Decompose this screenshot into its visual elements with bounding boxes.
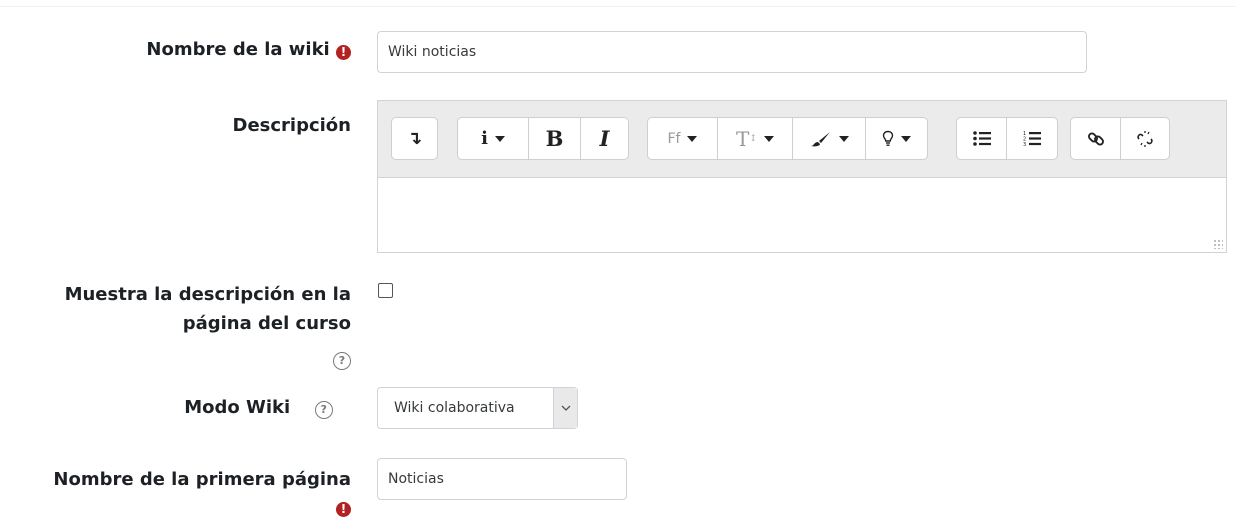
wiki-mode-label: Modo Wiki ? [184, 393, 351, 423]
show-description-checkbox[interactable] [378, 283, 393, 298]
bold-button[interactable]: B [529, 118, 581, 159]
unlink-button[interactable] [1121, 118, 1169, 159]
info-icon: i [481, 128, 488, 149]
font-color-button[interactable] [793, 118, 866, 159]
toolbar-group-collapse: ↴ [391, 117, 438, 160]
wiki-mode-select[interactable]: Wiki colaborativa [377, 387, 578, 429]
unordered-list-icon [972, 131, 991, 146]
collapse-button[interactable]: ↴ [392, 118, 437, 159]
wiki-name-label-text: Nombre de la wiki [146, 39, 330, 60]
description-label: Descripción [232, 115, 352, 136]
description-editor: ↴ i B I Ff T ↕ 1 2 3 [377, 100, 1227, 253]
editor-toolbar: ↴ i B I Ff T ↕ 1 2 3 [378, 101, 1226, 178]
description-textarea[interactable] [378, 177, 1226, 252]
chevron-down-icon [901, 135, 911, 142]
font-size-icon: T [736, 126, 750, 151]
font-size-button[interactable]: T ↕ [718, 118, 793, 159]
chevron-down-icon [687, 135, 698, 142]
top-divider [0, 0, 1236, 7]
font-family-icon: Ff [667, 130, 681, 147]
italic-button[interactable]: I [581, 118, 628, 159]
chevron-down-icon [838, 135, 849, 142]
first-page-name-label-text: Nombre de la primera página [53, 469, 351, 490]
chevron-down-icon [494, 135, 505, 142]
toolbar-group-style: Ff T ↕ [647, 117, 928, 160]
wiki-name-label: Nombre de la wiki ! [146, 35, 351, 65]
chevron-down-icon[interactable] [553, 388, 577, 428]
show-description-label-line1: Muestra la descripción en la [64, 284, 351, 305]
question-circle-icon[interactable]: ? [333, 352, 351, 370]
svg-text:3: 3 [1023, 142, 1026, 147]
paintbrush-icon [810, 131, 830, 146]
resize-handle-icon[interactable] [1213, 239, 1223, 249]
link-icon [1087, 132, 1104, 145]
first-page-name-label: Nombre de la primera página ! [53, 465, 351, 519]
info-button[interactable]: i [458, 118, 529, 159]
link-button[interactable] [1071, 118, 1121, 159]
ordered-list-button[interactable]: 1 2 3 [1007, 118, 1057, 159]
unordered-list-button[interactable] [957, 118, 1007, 159]
question-circle-icon[interactable]: ? [314, 401, 333, 419]
font-family-button[interactable]: Ff [648, 118, 718, 159]
toolbar-group-links [1070, 117, 1170, 160]
required-icon: ! [336, 45, 351, 60]
first-page-name-input[interactable] [377, 458, 627, 500]
show-description-label: Muestra la descripción en la página del … [65, 280, 351, 373]
wiki-mode-label-text: Modo Wiki [184, 397, 291, 418]
wiki-mode-select-value: Wiki colaborativa [394, 400, 515, 416]
toolbar-group-lists: 1 2 3 [956, 117, 1058, 160]
lightbulb-icon [882, 130, 894, 146]
chevron-down-icon [763, 135, 774, 142]
background-color-button[interactable] [866, 118, 927, 159]
required-icon: ! [336, 502, 351, 517]
toolbar-group-format: i B I [457, 117, 629, 160]
show-description-label-line2: página del curso [182, 313, 351, 334]
wiki-name-input[interactable] [377, 31, 1087, 73]
unlink-icon [1137, 130, 1153, 147]
ordered-list-icon: 1 2 3 [1023, 131, 1041, 147]
